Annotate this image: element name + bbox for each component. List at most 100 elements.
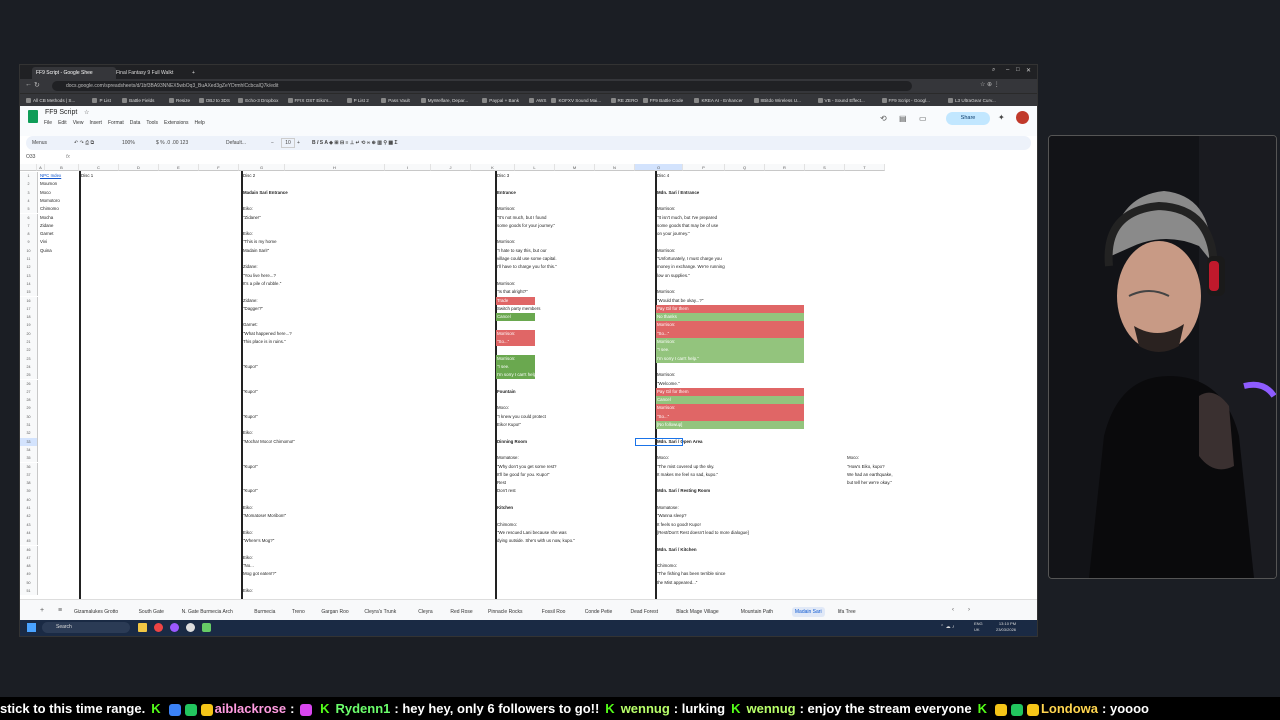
- grid-corner[interactable]: [20, 164, 37, 171]
- menu-data[interactable]: Data: [130, 120, 141, 126]
- script-line[interactable]: Eiko:: [243, 230, 253, 238]
- menu-file[interactable]: File: [44, 120, 52, 126]
- row-number[interactable]: 24: [20, 362, 38, 372]
- script-line[interactable]: This place is in ruins.": [243, 338, 286, 346]
- app-icon-1[interactable]: [154, 623, 163, 632]
- script-line[interactable]: Chimomo:: [497, 521, 517, 529]
- meet-icon[interactable]: ▭: [919, 114, 927, 123]
- script-line[interactable]: "So...": [497, 338, 509, 346]
- row-number[interactable]: 3: [20, 188, 38, 197]
- extensions-icon[interactable]: ☆ ⊕ ⋮: [980, 81, 1000, 88]
- menu-insert[interactable]: Insert: [89, 120, 102, 126]
- script-line[interactable]: Trade: [497, 297, 508, 305]
- row-number[interactable]: 30: [20, 412, 38, 421]
- npc-index-item[interactable]: Zidane: [40, 222, 53, 230]
- reload-icon[interactable]: ↻: [34, 81, 40, 89]
- column-header-k[interactable]: K: [471, 164, 515, 171]
- script-line[interactable]: some goods for your journey.": [497, 222, 555, 230]
- menu-tools[interactable]: Tools: [146, 120, 158, 126]
- row-number[interactable]: 5: [20, 205, 38, 214]
- all-sheets-icon[interactable]: ≡: [58, 607, 62, 614]
- row-number[interactable]: 7: [20, 221, 38, 231]
- script-line[interactable]: the Mist appeared...": [657, 579, 697, 587]
- script-line[interactable]: Pay Gil for them: [657, 388, 688, 396]
- sheet-tab[interactable]: Burmecia: [254, 607, 275, 617]
- taskbar-search[interactable]: Search: [42, 622, 130, 633]
- script-line[interactable]: Zidane:: [243, 263, 258, 271]
- tray-icons[interactable]: ⌃ ☁ ♪: [940, 624, 954, 630]
- column-header-d[interactable]: D: [119, 164, 159, 171]
- script-line[interactable]: "Where's Mog?": [243, 537, 274, 545]
- minimize-icon[interactable]: –: [1006, 67, 1009, 73]
- npc-index-item[interactable]: Momotoro: [40, 197, 60, 205]
- font-size-field[interactable]: 10: [281, 138, 295, 148]
- script-line[interactable]: Eiko:: [243, 529, 253, 537]
- script-line[interactable]: Moco:: [847, 454, 859, 462]
- row-number[interactable]: 40: [20, 495, 38, 504]
- script-line[interactable]: Eiko:: [243, 429, 253, 437]
- column-header-a[interactable]: A: [37, 164, 45, 171]
- script-line[interactable]: Don't rest: [497, 487, 516, 495]
- script-line[interactable]: but tell her we're okay.": [847, 479, 892, 487]
- script-line[interactable]: "Would that be okay...?": [657, 297, 703, 305]
- script-line[interactable]: "We rescued Lani because she was: [497, 529, 567, 537]
- section-heading[interactable]: Mdn. Sari / Entrance: [657, 189, 699, 197]
- script-line[interactable]: "Kupo!": [243, 388, 258, 396]
- row-number[interactable]: 13: [20, 271, 38, 280]
- gemini-icon[interactable]: ✦: [998, 113, 1005, 122]
- script-line[interactable]: I'm sorry I can't help.": [497, 371, 539, 379]
- sheet-tab[interactable]: Gargan Roo: [321, 607, 348, 617]
- sheet-tab[interactable]: Dead Forest: [631, 607, 659, 617]
- script-line[interactable]: "Kupo!": [243, 463, 258, 471]
- script-line[interactable]: "Momatose! Moribon!": [243, 512, 286, 520]
- row-number[interactable]: 51: [20, 587, 38, 596]
- row-number[interactable]: 2: [20, 180, 38, 189]
- bookmark-item[interactable]: Battle Fields: [122, 95, 154, 106]
- npc-index-link[interactable]: NPC Index: [40, 172, 61, 180]
- script-line[interactable]: Eiko! Kupo!": [497, 421, 521, 429]
- sheet-tab[interactable]: Fossil Roo: [542, 607, 566, 617]
- script-line[interactable]: Mog got eaten!?": [243, 570, 276, 578]
- script-line[interactable]: "I see.: [497, 363, 509, 371]
- script-line[interactable]: "What happened here...?: [243, 330, 292, 338]
- row-number[interactable]: 22: [20, 346, 38, 355]
- npc-index-item[interactable]: Moumon: [40, 180, 57, 188]
- section-heading[interactable]: Dinning Room: [497, 438, 527, 446]
- row-number[interactable]: 4: [20, 196, 38, 206]
- bookmark-item[interactable]: Paypal + Bank: [482, 95, 519, 106]
- row-number[interactable]: 6: [20, 213, 38, 222]
- script-line[interactable]: We had an earthquake,: [847, 471, 893, 479]
- sheet-tab[interactable]: Black Mage Village: [676, 607, 718, 617]
- menu-extensions[interactable]: Extensions: [164, 120, 188, 126]
- row-number[interactable]: 12: [20, 263, 38, 272]
- row-number[interactable]: 26: [20, 379, 38, 388]
- row-number[interactable]: 31: [20, 421, 38, 430]
- script-line[interactable]: "So...": [657, 330, 669, 338]
- bookmark-item[interactable]: FF9 Script - Googl...: [882, 95, 930, 106]
- star-icon[interactable]: ☆: [84, 109, 89, 116]
- menu-view[interactable]: View: [73, 120, 84, 126]
- undo-redo-print-icon[interactable]: ↶ ↷ ⎙ ⧉: [74, 138, 94, 148]
- row-number[interactable]: 11: [20, 255, 38, 264]
- script-line[interactable]: [Rest/Don't Rest doesn't lead to more di…: [657, 529, 749, 537]
- script-line[interactable]: low on supplies.": [657, 272, 690, 280]
- sheet-tab[interactable]: Mountain Path: [741, 607, 773, 617]
- script-line[interactable]: No thanks: [657, 313, 677, 321]
- row-number[interactable]: 1: [20, 172, 38, 181]
- script-line[interactable]: Momatose:: [657, 504, 679, 512]
- column-header-h[interactable]: H: [285, 164, 385, 171]
- column-header-i[interactable]: I: [385, 164, 431, 171]
- script-line[interactable]: Chimomo:: [657, 562, 677, 570]
- bookmark-item[interactable]: KREA AI - Enhancer: [694, 95, 742, 106]
- file-explorer-icon[interactable]: [138, 623, 147, 632]
- script-line[interactable]: Madain Sari!": [243, 247, 269, 255]
- script-line[interactable]: Cancel: [497, 313, 511, 321]
- script-line[interactable]: It makes me feel so sad, kupo.": [657, 471, 718, 479]
- row-number[interactable]: 16: [20, 296, 38, 305]
- script-line[interactable]: "Wanna sleep?: [657, 512, 686, 520]
- font-size-plus[interactable]: +: [297, 138, 300, 148]
- script-line[interactable]: It's a pile of rubble.": [243, 280, 281, 288]
- script-line[interactable]: Morrison:: [657, 338, 675, 346]
- scroll-tabs-left-icon[interactable]: ‹: [952, 607, 954, 613]
- script-line[interactable]: "Unfortunately, I must charge you: [657, 255, 722, 263]
